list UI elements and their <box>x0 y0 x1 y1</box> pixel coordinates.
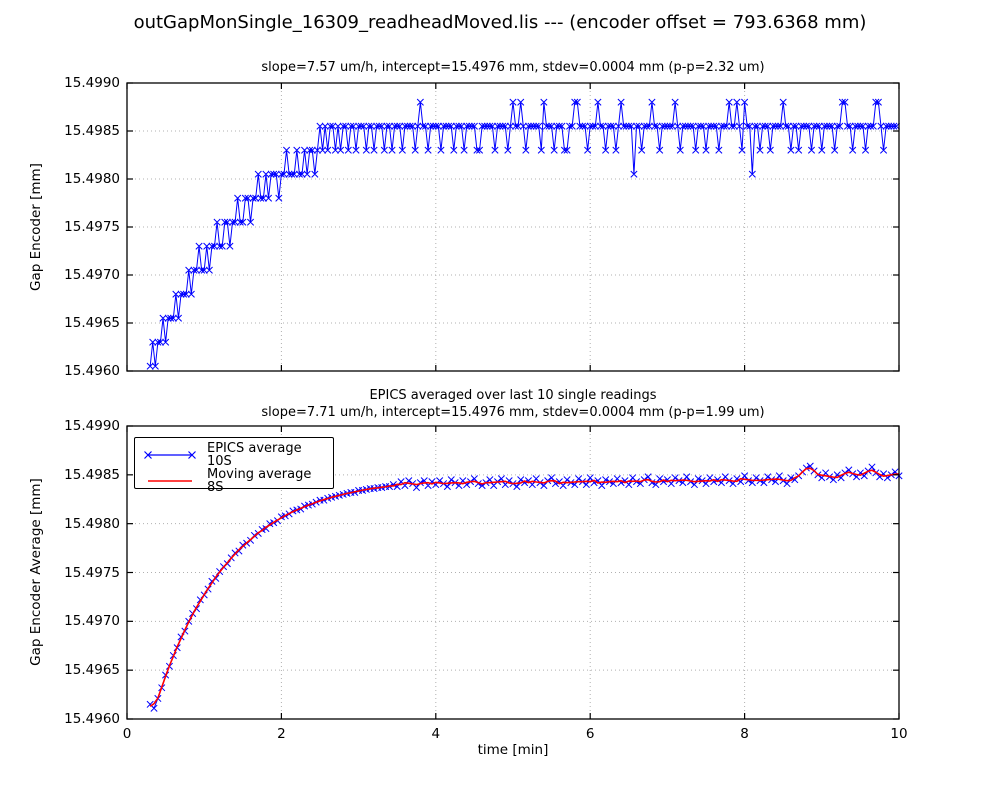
y-tick-label: 15.4985 <box>40 467 120 483</box>
legend-line-red-icon <box>143 473 197 489</box>
y-tick-label: 15.4965 <box>40 315 120 331</box>
subplot2-suptitle: EPICS averaged over last 10 single readi… <box>127 388 899 403</box>
y-tick-label: 15.4975 <box>40 219 120 235</box>
x-markers <box>147 99 900 369</box>
y-tick-label: 15.4980 <box>40 516 120 532</box>
legend-label-epics-average: EPICS average 10S <box>207 442 325 468</box>
legend-entry-moving-average: Moving average 8S <box>143 468 325 494</box>
y-tick-label: 15.4975 <box>40 565 120 581</box>
y-tick-label: 15.4965 <box>40 662 120 678</box>
figure: outGapMonSingle_16309_readheadMoved.lis … <box>0 0 1000 800</box>
y-tick-label: 15.4960 <box>40 363 120 379</box>
legend-line-with-x-marker-icon <box>143 447 197 463</box>
y-tick-label: 15.4990 <box>40 418 120 434</box>
subplot2-title: slope=7.71 um/h, intercept=15.4976 mm, s… <box>127 405 899 420</box>
figure-title: outGapMonSingle_16309_readheadMoved.lis … <box>0 12 1000 33</box>
series-epics-average-10s <box>147 463 902 712</box>
x-tick-label: 10 <box>869 726 929 742</box>
x-tick-label: 4 <box>406 726 466 742</box>
legend: EPICS average 10S Moving average 8S <box>134 437 334 489</box>
subplot-1 <box>127 83 900 371</box>
x-markers <box>147 463 902 712</box>
x-tick-label: 0 <box>97 726 157 742</box>
y-tick-label: 15.4985 <box>40 123 120 139</box>
y-tick-label: 15.4960 <box>40 711 120 727</box>
x-tick-label: 2 <box>251 726 311 742</box>
subplot2-xlabel: time [min] <box>127 742 899 758</box>
legend-label-moving-average: Moving average 8S <box>207 468 325 494</box>
subplot1-title: slope=7.57 um/h, intercept=15.4976 mm, s… <box>127 60 899 75</box>
y-tick-label: 15.4970 <box>40 613 120 629</box>
x-tick-label: 6 <box>560 726 620 742</box>
y-tick-label: 15.4970 <box>40 267 120 283</box>
x-tick-label: 8 <box>715 726 775 742</box>
series-moving-average-8s <box>150 468 899 706</box>
y-tick-label: 15.4990 <box>40 75 120 91</box>
legend-entry-epics-average: EPICS average 10S <box>143 442 325 468</box>
y-tick-label: 15.4980 <box>40 171 120 187</box>
series-gap-encoder-single-readings <box>147 99 900 369</box>
gridlines <box>127 83 899 371</box>
